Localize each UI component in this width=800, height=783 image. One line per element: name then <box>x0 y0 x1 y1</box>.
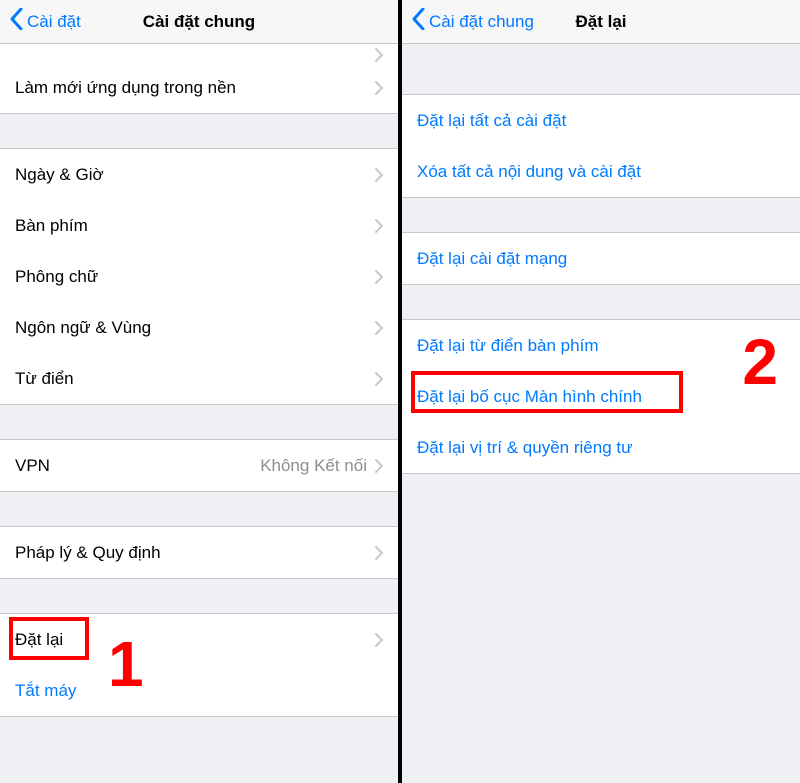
group: Làm mới ứng dụng trong nền <box>0 44 398 114</box>
cell-label: Ngày & Giờ <box>15 165 375 185</box>
row-dictionary[interactable]: Từ điển <box>0 353 398 404</box>
cell-label: Xóa tất cả nội dung và cài đặt <box>417 162 785 182</box>
chevron-right-icon <box>375 219 383 233</box>
row-shutdown[interactable]: Tắt máy <box>0 665 398 716</box>
row-reset-keyboard-dict[interactable]: Đặt lại từ điển bàn phím <box>402 320 800 371</box>
group: Pháp lý & Quy định <box>0 526 398 579</box>
phone-left: Cài đặt Cài đặt chung Làm mới ứng dụng t… <box>0 0 400 783</box>
row-keyboard[interactable]: Bàn phím <box>0 200 398 251</box>
chevron-right-icon <box>375 81 383 95</box>
group: Đặt lại từ điển bàn phím Đặt lại bố cục … <box>402 319 800 474</box>
chevron-right-icon <box>375 546 383 560</box>
row-language-region[interactable]: Ngôn ngữ & Vùng <box>0 302 398 353</box>
cell-label: Phông chữ <box>15 267 375 287</box>
back-chevron-icon <box>10 8 23 35</box>
chevron-right-icon <box>375 633 383 647</box>
row-reset-location-privacy[interactable]: Đặt lại vị trí & quyền riêng tư <box>402 422 800 473</box>
back-label: Cài đặt chung <box>429 12 534 32</box>
cell-label: Làm mới ứng dụng trong nền <box>15 78 375 98</box>
back-button[interactable]: Cài đặt <box>0 8 81 35</box>
chevron-right-icon <box>375 168 383 182</box>
row-reset-home-layout[interactable]: Đặt lại bố cục Màn hình chính <box>402 371 800 422</box>
reset-list: Đặt lại tất cả cài đặt Xóa tất cả nội du… <box>402 44 800 783</box>
cell-label: Tắt máy <box>15 681 383 701</box>
row-storage[interactable] <box>0 44 398 62</box>
back-label: Cài đặt <box>27 12 81 32</box>
chevron-right-icon <box>375 270 383 284</box>
chevron-right-icon <box>375 48 383 62</box>
cell-label: Bàn phím <box>15 216 375 236</box>
row-vpn[interactable]: VPN Không Kết nối <box>0 440 398 491</box>
back-chevron-icon <box>412 8 425 35</box>
cell-label: Ngôn ngữ & Vùng <box>15 318 375 338</box>
row-reset-network[interactable]: Đặt lại cài đặt mạng <box>402 233 800 284</box>
group: VPN Không Kết nối <box>0 439 398 492</box>
nav-title: Cài đặt chung <box>143 12 255 32</box>
cell-label: VPN <box>15 456 260 476</box>
chevron-right-icon <box>375 372 383 386</box>
settings-list: Làm mới ứng dụng trong nền Ngày & Giờ Bà… <box>0 44 398 783</box>
chevron-right-icon <box>375 459 383 473</box>
group: Ngày & Giờ Bàn phím Phông chữ Ngôn ngữ &… <box>0 148 398 405</box>
group: Đặt lại Tắt máy <box>0 613 398 717</box>
navbar: Cài đặt chung Đặt lại <box>402 0 800 44</box>
cell-detail: Không Kết nối <box>260 456 367 476</box>
row-erase-all-content[interactable]: Xóa tất cả nội dung và cài đặt <box>402 146 800 197</box>
row-legal[interactable]: Pháp lý & Quy định <box>0 527 398 578</box>
group: Đặt lại cài đặt mạng <box>402 232 800 285</box>
cell-label: Đặt lại cài đặt mạng <box>417 249 785 269</box>
chevron-right-icon <box>375 321 383 335</box>
phone-right: Cài đặt chung Đặt lại Đặt lại tất cả cài… <box>400 0 800 783</box>
cell-label: Đặt lại bố cục Màn hình chính <box>417 387 785 407</box>
navbar: Cài đặt Cài đặt chung <box>0 0 398 44</box>
cell-label: Đặt lại vị trí & quyền riêng tư <box>417 438 785 458</box>
cell-label: Từ điển <box>15 369 375 389</box>
group: Đặt lại tất cả cài đặt Xóa tất cả nội du… <box>402 94 800 198</box>
cell-label: Đặt lại <box>15 630 375 650</box>
nav-title: Đặt lại <box>575 12 626 32</box>
cell-label: Pháp lý & Quy định <box>15 543 375 563</box>
back-button[interactable]: Cài đặt chung <box>402 8 534 35</box>
cell-label: Đặt lại từ điển bàn phím <box>417 336 785 356</box>
cell-label: Đặt lại tất cả cài đặt <box>417 111 785 131</box>
row-reset-all-settings[interactable]: Đặt lại tất cả cài đặt <box>402 95 800 146</box>
row-date-time[interactable]: Ngày & Giờ <box>0 149 398 200</box>
row-background-refresh[interactable]: Làm mới ứng dụng trong nền <box>0 62 398 113</box>
row-reset[interactable]: Đặt lại <box>0 614 398 665</box>
row-fonts[interactable]: Phông chữ <box>0 251 398 302</box>
